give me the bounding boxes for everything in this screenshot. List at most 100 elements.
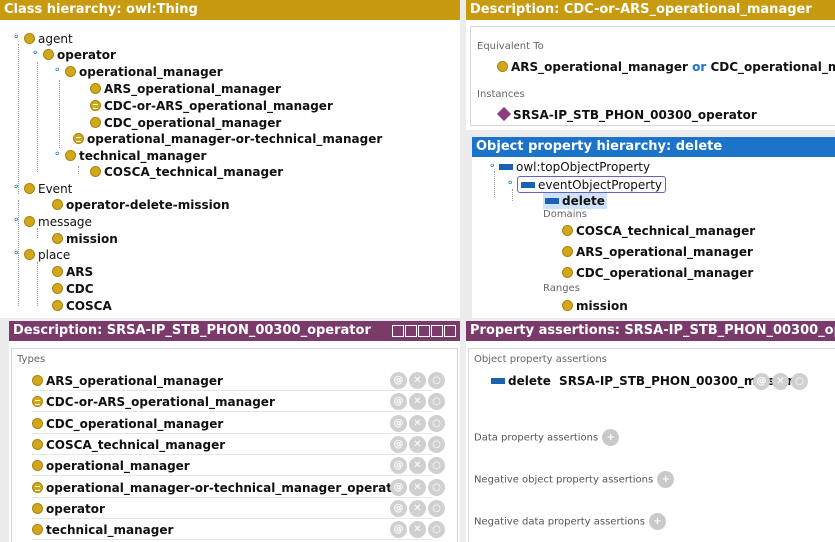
property-node-delete[interactable]: delete xyxy=(543,193,607,209)
type-row[interactable]: COSCA_technical_manager @ ✕ ○ xyxy=(32,435,445,455)
annotate-icon[interactable]: @ xyxy=(390,499,407,517)
tree-node-agent[interactable]: agent xyxy=(24,31,73,47)
equivalent-class-icon xyxy=(32,481,43,493)
maximize-icon[interactable] xyxy=(431,325,443,337)
edit-icon[interactable]: ○ xyxy=(428,457,445,475)
expand-event-icon[interactable]: ⚬ xyxy=(12,182,20,193)
tree-node-cdc-or-ars[interactable]: CDC-or-ARS_operational_manager xyxy=(90,98,333,114)
type-row[interactable]: ARS_operational_manager @ ✕ ○ xyxy=(32,371,445,391)
tree-node-technical-manager[interactable]: technical_manager xyxy=(65,148,206,164)
delete-icon[interactable]: ✕ xyxy=(409,457,426,475)
type-row[interactable]: technical_manager @ ✕ ○ xyxy=(32,520,445,541)
class-hierarchy-title: Class hierarchy: owl:Thing xyxy=(0,0,460,20)
type-label: operator xyxy=(46,501,105,516)
tree-node-operator-delete-mission[interactable]: operator-delete-mission xyxy=(52,197,230,213)
type-row[interactable]: operational_manager-or-technical_manager… xyxy=(32,478,445,498)
expand-operational-manager-icon[interactable]: ⚬ xyxy=(53,65,61,76)
class-icon xyxy=(52,283,63,294)
class-icon xyxy=(43,49,54,60)
type-label: CDC_operational_manager xyxy=(46,416,224,431)
tree-node-ars-operational-manager[interactable]: ARS_operational_manager xyxy=(90,81,281,97)
add-negative-data-assertion-icon[interactable]: + xyxy=(648,513,666,530)
delete-icon[interactable]: ✕ xyxy=(409,478,426,496)
property-node-event[interactable]: eventObjectProperty xyxy=(517,176,667,193)
data-assertions-row: Data property assertions + xyxy=(474,429,620,446)
edit-icon[interactable]: ○ xyxy=(428,478,445,496)
equivalent-expression[interactable]: ARS_operational_manager or CDC_operation… xyxy=(497,59,835,75)
delete-icon[interactable]: ✕ xyxy=(409,372,426,389)
assertion-actions: @ ✕ ○ xyxy=(753,373,808,390)
tree-node-place[interactable]: place xyxy=(24,247,70,263)
annotate-icon[interactable]: @ xyxy=(390,521,407,539)
type-label: ARS_operational_manager xyxy=(46,374,223,388)
negative-object-assertions-row: Negative object property assertions + xyxy=(474,471,675,488)
annotate-icon[interactable]: @ xyxy=(390,372,407,389)
delete-icon[interactable]: ✕ xyxy=(409,414,426,432)
range-item[interactable]: mission xyxy=(562,298,628,314)
tree-node-message[interactable]: message xyxy=(24,214,92,230)
ranges-label: Ranges xyxy=(543,283,580,294)
expand-top-object-property-icon[interactable]: ⚬ xyxy=(488,161,496,172)
instance-item[interactable]: SRSA-IP_STB_PHON_00300_operator xyxy=(496,106,757,123)
tree-node-cosca[interactable]: COSCA xyxy=(52,298,112,314)
domain-item[interactable]: COSCA_technical_manager xyxy=(562,223,755,239)
pin-icon[interactable] xyxy=(405,325,417,337)
edit-icon[interactable]: ○ xyxy=(791,373,808,390)
edit-icon[interactable]: ○ xyxy=(428,414,445,432)
expand-technical-manager-icon[interactable]: ⚬ xyxy=(53,149,61,160)
delete-icon[interactable]: ✕ xyxy=(409,393,426,411)
equivalent-class-icon xyxy=(73,133,84,144)
delete-icon[interactable]: ✕ xyxy=(409,435,426,453)
expand-agent-icon[interactable]: ⚬ xyxy=(12,32,20,43)
tree-node-operational-manager[interactable]: operational_manager xyxy=(65,64,223,80)
type-row[interactable]: CDC_operational_manager @ ✕ ○ xyxy=(32,414,445,434)
add-negative-object-assertion-icon[interactable]: + xyxy=(657,471,675,488)
annotate-icon[interactable]: @ xyxy=(390,393,407,411)
object-assertion-item[interactable]: delete SRSA-IP_STB_PHON_00300_mission xyxy=(491,373,796,389)
edit-icon[interactable]: ○ xyxy=(428,499,445,517)
tree-node-ars[interactable]: ARS xyxy=(52,264,93,280)
object-property-panel: Object property hierarchy: delete ⚬ owl:… xyxy=(472,137,835,318)
expand-event-property-icon[interactable]: ⚬ xyxy=(506,178,514,189)
tree-node-mission[interactable]: mission xyxy=(52,231,118,247)
object-property-icon xyxy=(545,198,559,204)
class-icon xyxy=(52,266,63,277)
expand-message-icon[interactable]: ⚬ xyxy=(12,215,20,226)
edit-icon[interactable]: ○ xyxy=(428,521,445,539)
object-property-icon xyxy=(491,378,505,384)
annotate-icon[interactable]: @ xyxy=(390,435,407,453)
tree-node-cosca-technical-manager[interactable]: COSCA_technical_manager xyxy=(90,164,283,180)
help-icon[interactable] xyxy=(392,325,404,337)
equivalent-class-icon xyxy=(90,100,101,111)
add-data-assertion-icon[interactable]: + xyxy=(602,429,620,446)
tree-node-event[interactable]: Event xyxy=(24,181,72,197)
edit-icon[interactable]: ○ xyxy=(428,372,445,389)
expand-operator-icon[interactable]: ⚬ xyxy=(31,48,39,59)
type-row-actions: @ ✕ ○ xyxy=(390,521,445,539)
tree-node-om-or-tm[interactable]: operational_manager-or-technical_manager xyxy=(73,131,382,147)
expand-place-icon[interactable]: ⚬ xyxy=(12,248,20,259)
delete-icon[interactable]: ✕ xyxy=(409,499,426,517)
close-icon[interactable] xyxy=(444,325,456,337)
annotate-icon[interactable]: @ xyxy=(753,373,770,390)
minimize-icon[interactable] xyxy=(418,325,430,337)
property-node-top[interactable]: owl:topObjectProperty xyxy=(499,159,650,175)
type-row[interactable]: CDC-or-ARS_operational_manager @ ✕ ○ xyxy=(32,392,445,413)
tree-node-cdc-operational-manager[interactable]: CDC_operational_manager xyxy=(90,115,281,131)
type-row[interactable]: operational_manager @ ✕ ○ xyxy=(32,456,445,477)
annotate-icon[interactable]: @ xyxy=(390,478,407,496)
tree-node-cdc[interactable]: CDC xyxy=(52,281,94,297)
window-controls[interactable] xyxy=(392,325,456,337)
domain-item[interactable]: CDC_operational_manager xyxy=(562,265,753,281)
delete-icon[interactable]: ✕ xyxy=(409,521,426,539)
delete-icon[interactable]: ✕ xyxy=(772,373,789,390)
type-label: COSCA_technical_manager xyxy=(46,437,226,452)
annotate-icon[interactable]: @ xyxy=(390,414,407,432)
tree-node-operator[interactable]: operator xyxy=(43,47,116,63)
domain-item[interactable]: ARS_operational_manager xyxy=(562,244,753,260)
type-row[interactable]: operator @ ✕ ○ xyxy=(32,499,445,519)
edit-icon[interactable]: ○ xyxy=(428,393,445,411)
annotate-icon[interactable]: @ xyxy=(390,457,407,475)
edit-icon[interactable]: ○ xyxy=(428,435,445,453)
class-icon xyxy=(562,300,573,311)
